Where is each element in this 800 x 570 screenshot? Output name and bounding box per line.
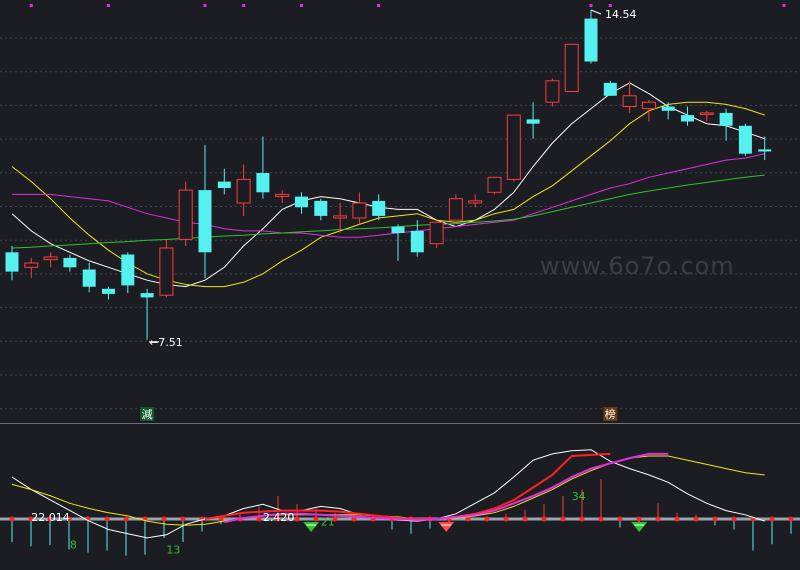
zero-dot [598, 516, 604, 522]
candle [178, 181, 193, 246]
candle-body [140, 293, 154, 298]
zero-dot [655, 516, 661, 522]
candle-body [526, 119, 540, 124]
candle-body [121, 254, 135, 286]
top-dot [107, 4, 110, 7]
zero-dot [180, 516, 186, 522]
low-label: ←7.51 [149, 336, 183, 349]
indicator-label: 2.420 [263, 511, 295, 524]
candle [159, 239, 174, 298]
zero-dot [123, 516, 129, 522]
zero-dot [294, 516, 300, 522]
candle-body [275, 193, 290, 197]
candle-body [468, 200, 483, 204]
zero-dot [503, 516, 509, 522]
candle-body [43, 256, 58, 261]
marker-label: 減 [142, 407, 153, 421]
candle [429, 221, 444, 248]
zero-dot [9, 516, 15, 522]
candle [564, 43, 579, 92]
candle-body [699, 112, 714, 115]
chart-background [0, 0, 800, 570]
candle-body [448, 198, 463, 221]
high-label: 14.54 [605, 8, 637, 21]
candle-body [429, 221, 444, 245]
candle [545, 78, 560, 107]
candle-body [217, 181, 231, 188]
indicator-label: 22.014 [31, 511, 70, 524]
top-dot [300, 4, 303, 7]
top-dot [589, 4, 593, 7]
top-dot [203, 4, 207, 7]
candle-body [681, 115, 694, 122]
top-dot [242, 4, 246, 7]
candle-body [63, 257, 77, 268]
candle-body [391, 226, 405, 233]
zero-dot [484, 516, 490, 522]
zero-dot [161, 516, 167, 522]
candle-body [159, 247, 174, 296]
candle [506, 114, 521, 182]
candle-body [5, 252, 19, 272]
candle-body [352, 202, 367, 219]
candle-body [333, 215, 348, 219]
zero-dot [313, 516, 319, 522]
candle-body [622, 95, 637, 108]
zero-dot [693, 516, 699, 522]
candle [448, 194, 463, 221]
candle-body [487, 176, 502, 193]
top-dot [377, 4, 381, 7]
indicator-label: 21 [321, 515, 335, 528]
zero-dot [579, 516, 585, 522]
candle-body [236, 178, 251, 204]
indicator-label: 34 [572, 490, 586, 503]
candlestick-chart: www.6o7o.com 14.54 ←7.51 減 榜 22.014 8 13 2.420 21… [0, 0, 800, 570]
candle-body [372, 200, 386, 216]
candle-body [738, 125, 752, 154]
candle-body [545, 80, 560, 103]
candle-body [603, 82, 617, 96]
candle-body [198, 190, 212, 253]
chart-stage: www.6o7o.com 14.54 ←7.51 減 榜 22.014 8 13 2.420 21… [0, 0, 800, 570]
candle-body [256, 173, 270, 193]
zero-dot [541, 516, 547, 522]
zero-dot [674, 516, 680, 522]
candle-body [295, 196, 308, 208]
top-dot [782, 4, 786, 7]
zero-dot [617, 516, 623, 522]
top-dot [608, 4, 612, 7]
zero-dot [712, 516, 718, 522]
zero-dot [636, 516, 642, 522]
zero-dot [522, 516, 528, 522]
candle-body [314, 200, 328, 216]
candle-body [758, 149, 772, 152]
candle-body [102, 288, 115, 294]
indicator-label: 13 [166, 544, 180, 557]
candle-body [564, 43, 579, 92]
marker-label: 榜 [605, 407, 616, 421]
candle-body [719, 112, 733, 126]
candle-body [410, 230, 424, 253]
zero-dot [769, 516, 775, 522]
candle-body [584, 18, 598, 62]
watermark-text: www.6o7o.com [540, 252, 735, 280]
zero-dot [788, 516, 794, 522]
candle [738, 123, 752, 156]
candle [603, 80, 617, 96]
candle-body [506, 114, 521, 180]
zero-dot [731, 516, 737, 522]
candle-body [178, 189, 193, 240]
candle [487, 176, 502, 195]
zero-dot [104, 516, 110, 522]
zero-dot [560, 516, 566, 522]
indicator-label: 8 [70, 538, 77, 551]
top-dot [29, 4, 33, 7]
candle-body [82, 269, 96, 287]
candle-body [641, 101, 656, 110]
candle-body [661, 106, 675, 111]
candle-body [24, 262, 39, 268]
